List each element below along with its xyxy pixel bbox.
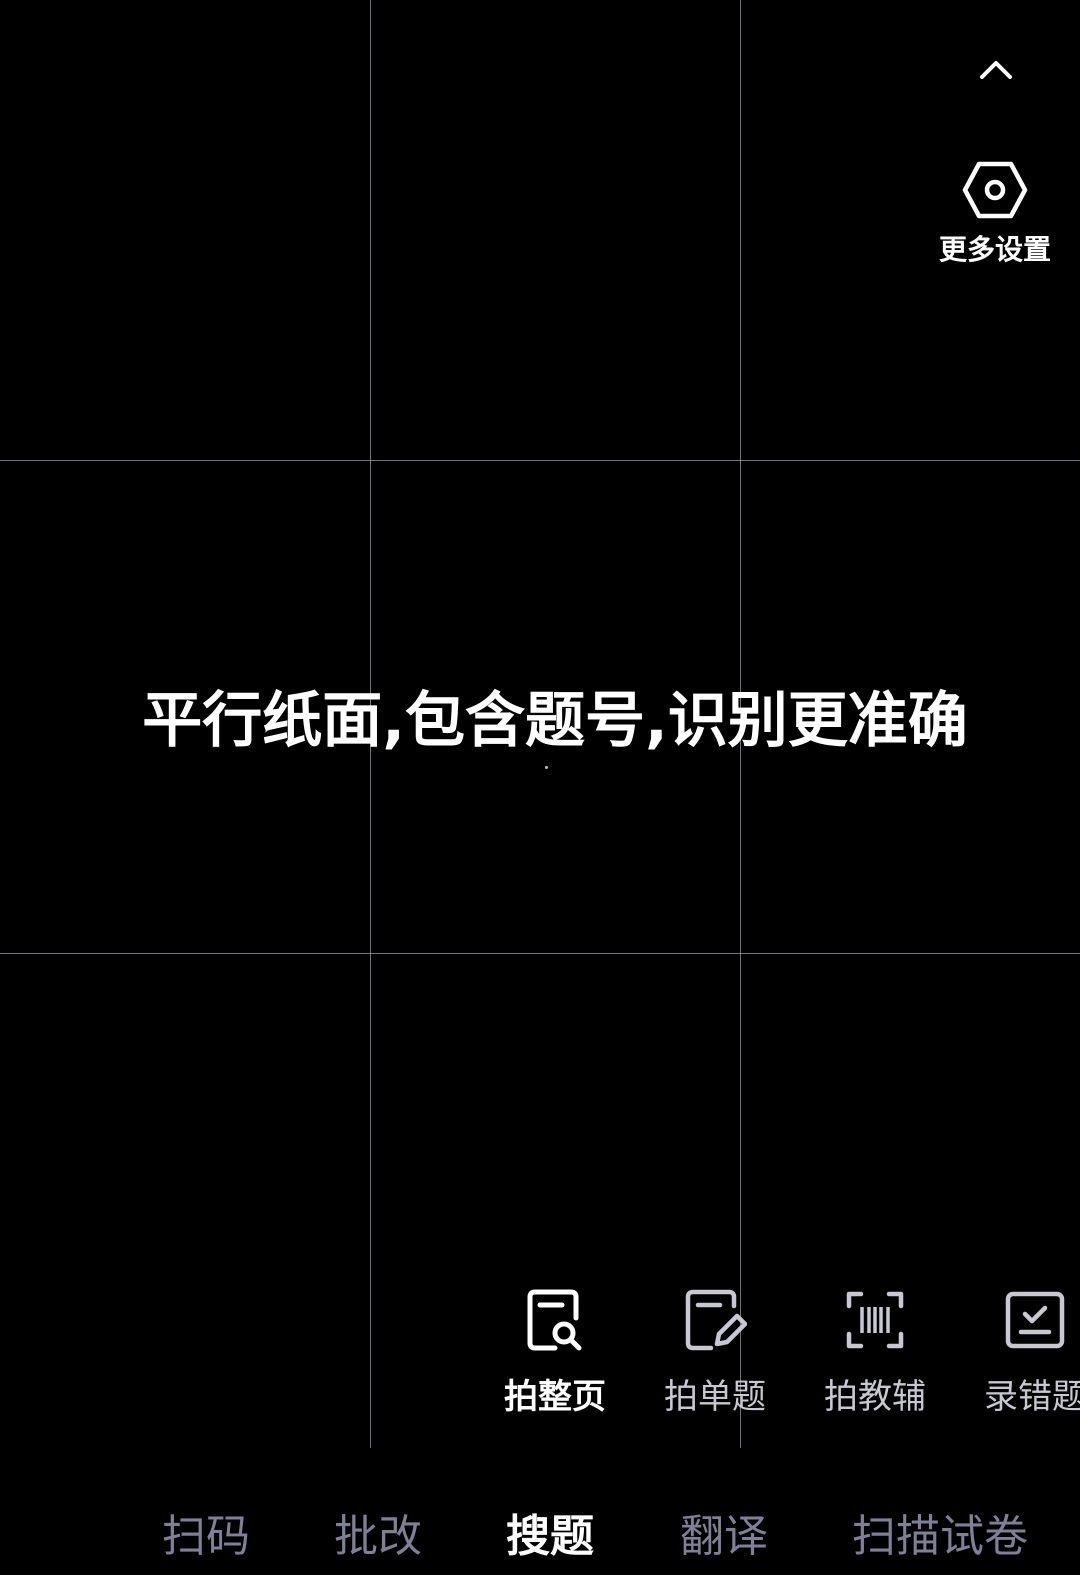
settings-hexagon-icon: [962, 161, 1028, 219]
mode-single-question[interactable]: 拍单题: [635, 1285, 795, 1425]
focus-point: [545, 766, 548, 769]
chevron-up-icon: [980, 61, 1012, 79]
capture-mode-selector: 拍整页 拍单题 拍教辅 录错题: [470, 1285, 1080, 1425]
tab-scan-code[interactable]: 扫码: [162, 1500, 250, 1564]
page-edit-icon: [685, 1289, 747, 1351]
tab-translate[interactable]: 翻译: [680, 1500, 768, 1564]
more-settings-button[interactable]: 更多设置: [920, 160, 1070, 280]
grid-line-horizontal-1: [0, 460, 1080, 461]
capture-hint-text: 平行纸面,包含题号,识别更准确: [142, 686, 968, 756]
mode-label: 录错题: [984, 1377, 1080, 1417]
mode-label: 拍单题: [664, 1377, 766, 1417]
tab-search-question[interactable]: 搜题: [506, 1500, 594, 1564]
page-search-icon: [527, 1289, 582, 1351]
page-check-icon: [1005, 1291, 1065, 1349]
tab-grading[interactable]: 批改: [334, 1500, 422, 1564]
bottom-tab-bar: 扫码 批改 搜题 翻译 扫描试卷: [0, 1490, 1080, 1575]
mode-label: 拍整页: [504, 1377, 606, 1417]
mode-textbook[interactable]: 拍教辅: [795, 1285, 955, 1425]
tab-scan-exam[interactable]: 扫描试卷: [852, 1500, 1028, 1564]
more-settings-label: 更多设置: [938, 233, 1051, 266]
mode-whole-page[interactable]: 拍整页: [475, 1285, 635, 1425]
barcode-scan-icon: [846, 1291, 904, 1349]
collapse-button[interactable]: [966, 44, 1026, 94]
mode-wrong-question[interactable]: 录错题: [955, 1285, 1080, 1425]
mode-label: 拍教辅: [824, 1377, 926, 1417]
grid-line-horizontal-2: [0, 953, 1080, 954]
